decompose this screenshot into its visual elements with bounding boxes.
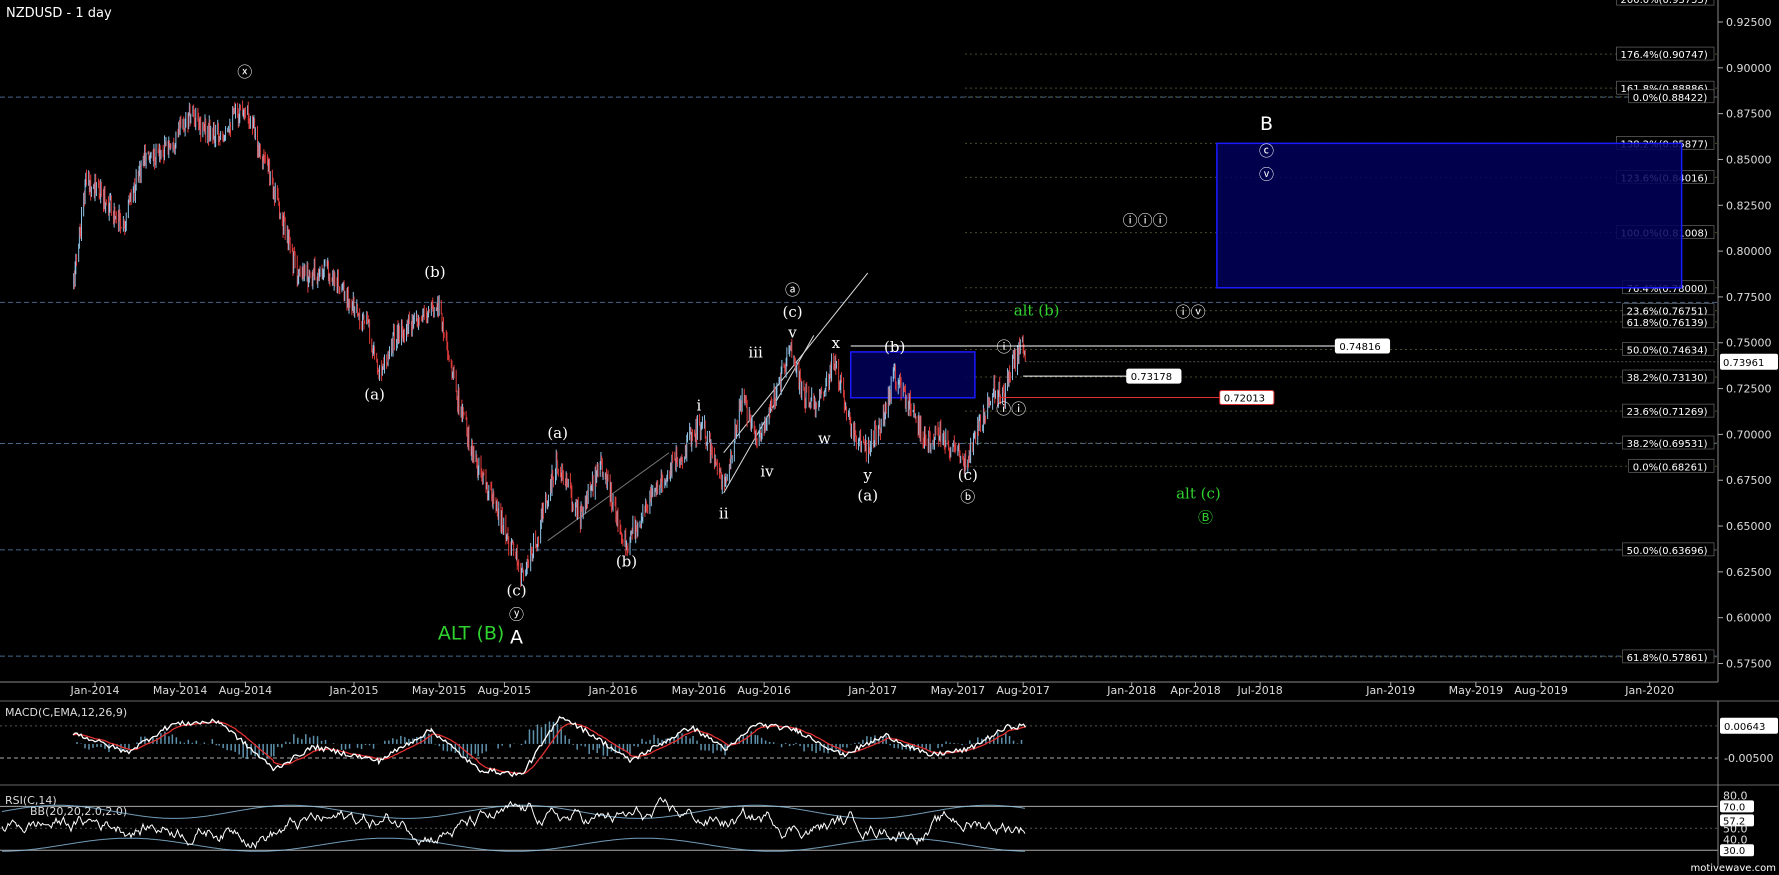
rsi-y-tick-label: 70.0 bbox=[1723, 802, 1745, 813]
price-x-tick-label: Jan-2014 bbox=[70, 684, 120, 697]
price-y-tick-label: 0.85000 bbox=[1726, 153, 1772, 166]
wave-label: ⓘⓘⓘ bbox=[1123, 211, 1168, 229]
price-x-tick-label: May-2015 bbox=[412, 684, 467, 697]
wave-label: ⓘⓥ bbox=[1176, 303, 1206, 321]
wave-label: (c) bbox=[506, 582, 526, 600]
wave-label: ⓘⓘ bbox=[996, 400, 1026, 418]
price-x-tick-label: Aug-2015 bbox=[478, 684, 531, 697]
wave-label: y bbox=[863, 466, 873, 484]
price-y-tick-label: 0.57500 bbox=[1726, 658, 1772, 671]
price-y-tick-label: 0.65000 bbox=[1726, 520, 1772, 533]
price-x-tick-label: Apr-2018 bbox=[1170, 684, 1220, 697]
price-x-tick-label: Jan-2015 bbox=[329, 684, 379, 697]
fib-label: 0.0%(0.68261) bbox=[1633, 462, 1708, 473]
price-x-tick-label: Jan-2017 bbox=[847, 684, 897, 697]
price-x-tick-label: Jan-2020 bbox=[1624, 684, 1674, 697]
price-y-tick-label: 0.82500 bbox=[1726, 199, 1772, 212]
price-y-tick-label: 0.70000 bbox=[1726, 428, 1772, 441]
price-x-tick-label: May-2016 bbox=[672, 684, 727, 697]
wave-label: alt (b) bbox=[1014, 301, 1060, 319]
wave-label: ⓒ bbox=[1259, 142, 1274, 160]
wave-label: iii bbox=[748, 343, 763, 361]
wave-label: (b) bbox=[424, 263, 445, 281]
fib-label: 23.6%(0.71269) bbox=[1627, 407, 1708, 418]
price-x-tick-label: Aug-2014 bbox=[219, 684, 272, 697]
wave-label: iv bbox=[760, 463, 774, 481]
chart-title: NZDUSD - 1 day bbox=[6, 6, 112, 21]
rsi-y-tick-label: 30.0 bbox=[1723, 846, 1745, 857]
wave-label: ⓨ bbox=[509, 606, 524, 624]
price-x-tick-label: May-2019 bbox=[1449, 684, 1504, 697]
macd-y-tick-label: 0.00643 bbox=[1724, 722, 1765, 733]
fib-label: 38.2%(0.69531) bbox=[1627, 439, 1708, 450]
wave-label: (c) bbox=[782, 303, 802, 321]
price-y-tick-label: 0.77500 bbox=[1726, 291, 1772, 304]
price-y-tick-label: 0.67500 bbox=[1726, 474, 1772, 487]
fib-label: 176.4%(0.90747) bbox=[1621, 50, 1708, 61]
price-level-value: 0.73178 bbox=[1131, 372, 1172, 383]
price-x-tick-label: May-2017 bbox=[931, 684, 986, 697]
wave-label: (a) bbox=[364, 386, 385, 404]
fib-label: 38.2%(0.73130) bbox=[1627, 373, 1708, 384]
fib-label: 50.0%(0.63696) bbox=[1627, 546, 1708, 557]
wave-label: ⓘ bbox=[996, 338, 1011, 356]
wave-label: w bbox=[818, 430, 831, 448]
wave-label: (a) bbox=[857, 486, 878, 504]
price-y-tick-label: 0.87500 bbox=[1726, 108, 1772, 121]
nzdusd-daily-chart[interactable]: 200.0%(0.93755)176.4%(0.90747)161.8%(0.8… bbox=[0, 0, 1779, 875]
price-x-tick-label: May-2014 bbox=[153, 684, 208, 697]
wave-label: ⓐ bbox=[785, 281, 800, 299]
wave-label: B bbox=[1260, 113, 1273, 135]
wave-label: alt (c) bbox=[1176, 485, 1221, 503]
price-y-tick-label: 0.92500 bbox=[1726, 16, 1772, 29]
price-x-tick-label: Aug-2016 bbox=[737, 684, 790, 697]
price-x-tick-label: Aug-2019 bbox=[1514, 684, 1567, 697]
wave-label: (a) bbox=[547, 424, 568, 442]
wave-label: ii bbox=[719, 505, 729, 523]
wave-label: (b) bbox=[616, 552, 637, 570]
price-y-tick-label: 0.75000 bbox=[1726, 337, 1772, 350]
fib-label: 50.0%(0.74634) bbox=[1627, 346, 1708, 357]
watermark: motivewave.com bbox=[1690, 863, 1776, 874]
macd-y-tick-label: -0.00500 bbox=[1724, 752, 1773, 765]
price-x-tick-label: Jan-2016 bbox=[588, 684, 638, 697]
wave-label: ALT (B) bbox=[438, 623, 504, 645]
wave-label: v bbox=[787, 323, 797, 341]
price-y-tick-label: 0.72500 bbox=[1726, 383, 1772, 396]
wave-label: ⓧ bbox=[237, 63, 252, 81]
macd-title: MACD(C,EMA,12,26,9) bbox=[5, 706, 127, 719]
price-x-tick-label: Jan-2018 bbox=[1106, 684, 1156, 697]
price-y-tick-label: 0.90000 bbox=[1726, 62, 1772, 75]
price-x-tick-label: Jul-2018 bbox=[1237, 684, 1283, 697]
last-price-value: 0.73961 bbox=[1723, 358, 1764, 369]
target-zone-box[interactable] bbox=[1216, 142, 1683, 289]
price-level-value: 0.72013 bbox=[1224, 394, 1265, 405]
wave-label: (b) bbox=[884, 338, 905, 356]
wave-label: A bbox=[510, 626, 523, 648]
price-y-tick-label: 0.80000 bbox=[1726, 245, 1772, 258]
target-zone-box[interactable] bbox=[849, 351, 976, 399]
wave-label: (c) bbox=[958, 466, 978, 484]
price-level-value: 0.74816 bbox=[1339, 342, 1380, 353]
fib-label: 61.8%(0.76139) bbox=[1627, 318, 1708, 329]
wave-label: Ⓑ bbox=[1198, 508, 1213, 526]
price-y-tick-label: 0.60000 bbox=[1726, 612, 1772, 625]
wave-label: ⓑ bbox=[960, 488, 975, 506]
fib-label: 61.8%(0.57861) bbox=[1627, 653, 1708, 664]
fib-label: 0.0%(0.88422) bbox=[1633, 93, 1708, 104]
price-x-tick-label: Jan-2019 bbox=[1365, 684, 1415, 697]
wave-label: ⓥ bbox=[1259, 166, 1274, 184]
price-y-tick-label: 0.62500 bbox=[1726, 566, 1772, 579]
wave-label: i bbox=[696, 397, 701, 415]
fib-label: 200.0%(0.93755) bbox=[1621, 0, 1708, 6]
price-x-tick-label: Aug-2017 bbox=[996, 684, 1049, 697]
wave-label: x bbox=[832, 334, 841, 352]
